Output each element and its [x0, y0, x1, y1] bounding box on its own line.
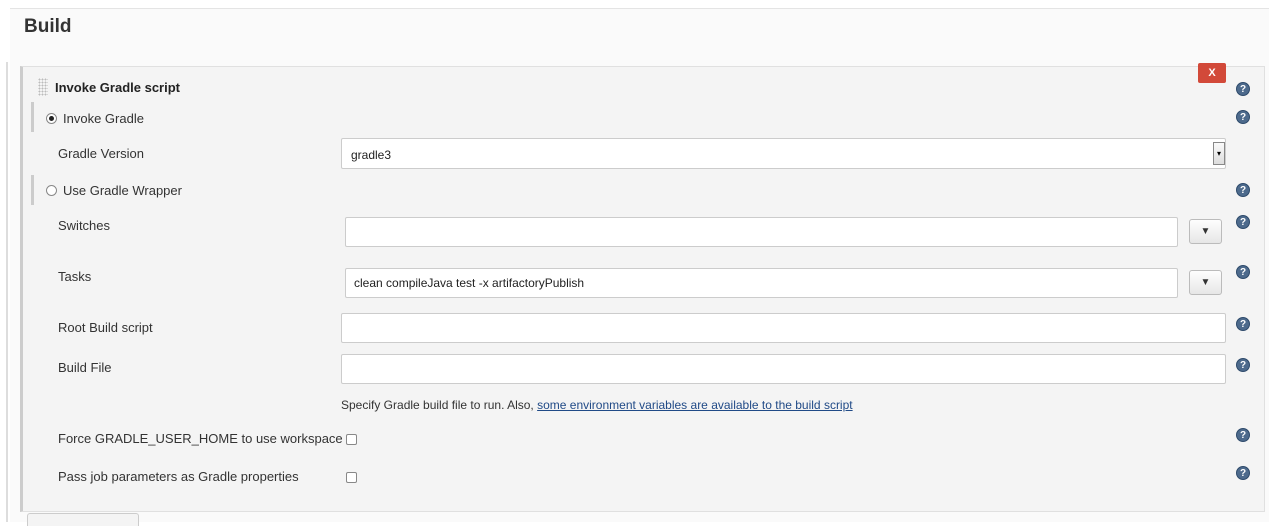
- switches-expand-button[interactable]: ▼: [1189, 219, 1222, 244]
- help-icon-build-file[interactable]: ?: [1236, 358, 1250, 372]
- environment-variables-link[interactable]: some environment variables are available…: [537, 398, 853, 412]
- root-build-script-label: Root Build script: [58, 320, 153, 335]
- switches-label: Switches: [58, 218, 111, 233]
- build-file-label: Build File: [58, 360, 112, 375]
- switches-input[interactable]: [345, 217, 1178, 247]
- use-gradle-wrapper-label: Use Gradle Wrapper: [63, 183, 182, 198]
- gradle-version-select[interactable]: gradle3 ▾: [341, 138, 1226, 169]
- gradle-version-value: gradle3: [351, 148, 392, 162]
- pass-params-label: Pass job parameters as Gradle properties: [58, 469, 299, 484]
- tasks-input[interactable]: clean compileJava test -x artifactoryPub…: [345, 268, 1178, 298]
- build-step-title: Invoke Gradle script: [55, 80, 180, 95]
- invoke-gradle-radio[interactable]: [46, 113, 57, 124]
- section-divider: [10, 8, 1269, 9]
- section-title: Build: [24, 16, 72, 37]
- use-gradle-wrapper-radio[interactable]: [46, 185, 57, 196]
- chevron-down-icon[interactable]: ▾: [1213, 142, 1225, 165]
- help-icon-step[interactable]: ?: [1236, 82, 1250, 96]
- build-file-hint: Specify Gradle build file to run. Also, …: [341, 398, 853, 412]
- invoke-gradle-label: Invoke Gradle: [63, 111, 144, 126]
- pass-params-checkbox[interactable]: [346, 472, 357, 483]
- help-icon-invoke-gradle[interactable]: ?: [1236, 110, 1250, 124]
- add-build-step-button[interactable]: [27, 513, 139, 526]
- radio-group-bar: [31, 102, 34, 132]
- gradle-version-label: Gradle Version: [58, 146, 144, 161]
- help-icon-tasks[interactable]: ?: [1236, 265, 1250, 279]
- delete-step-button[interactable]: X: [1198, 63, 1226, 83]
- build-file-input[interactable]: [341, 354, 1226, 384]
- help-icon-pass-params[interactable]: ?: [1236, 466, 1250, 480]
- radio-group-bar: [31, 175, 34, 205]
- help-icon-switches[interactable]: ?: [1236, 215, 1250, 229]
- force-user-home-label: Force GRADLE_USER_HOME to use workspace: [58, 431, 343, 446]
- root-build-script-input[interactable]: [341, 313, 1226, 343]
- tasks-expand-button[interactable]: ▼: [1189, 270, 1222, 295]
- help-icon-force-user-home[interactable]: ?: [1236, 428, 1250, 442]
- tasks-label: Tasks: [58, 269, 92, 284]
- build-file-hint-text: Specify Gradle build file to run. Also,: [341, 398, 538, 412]
- section-left-border: [6, 62, 8, 522]
- help-icon-root-build-script[interactable]: ?: [1236, 317, 1250, 331]
- drag-handle-icon[interactable]: [38, 78, 48, 96]
- help-icon-wrapper[interactable]: ?: [1236, 183, 1250, 197]
- force-user-home-checkbox[interactable]: [346, 434, 357, 445]
